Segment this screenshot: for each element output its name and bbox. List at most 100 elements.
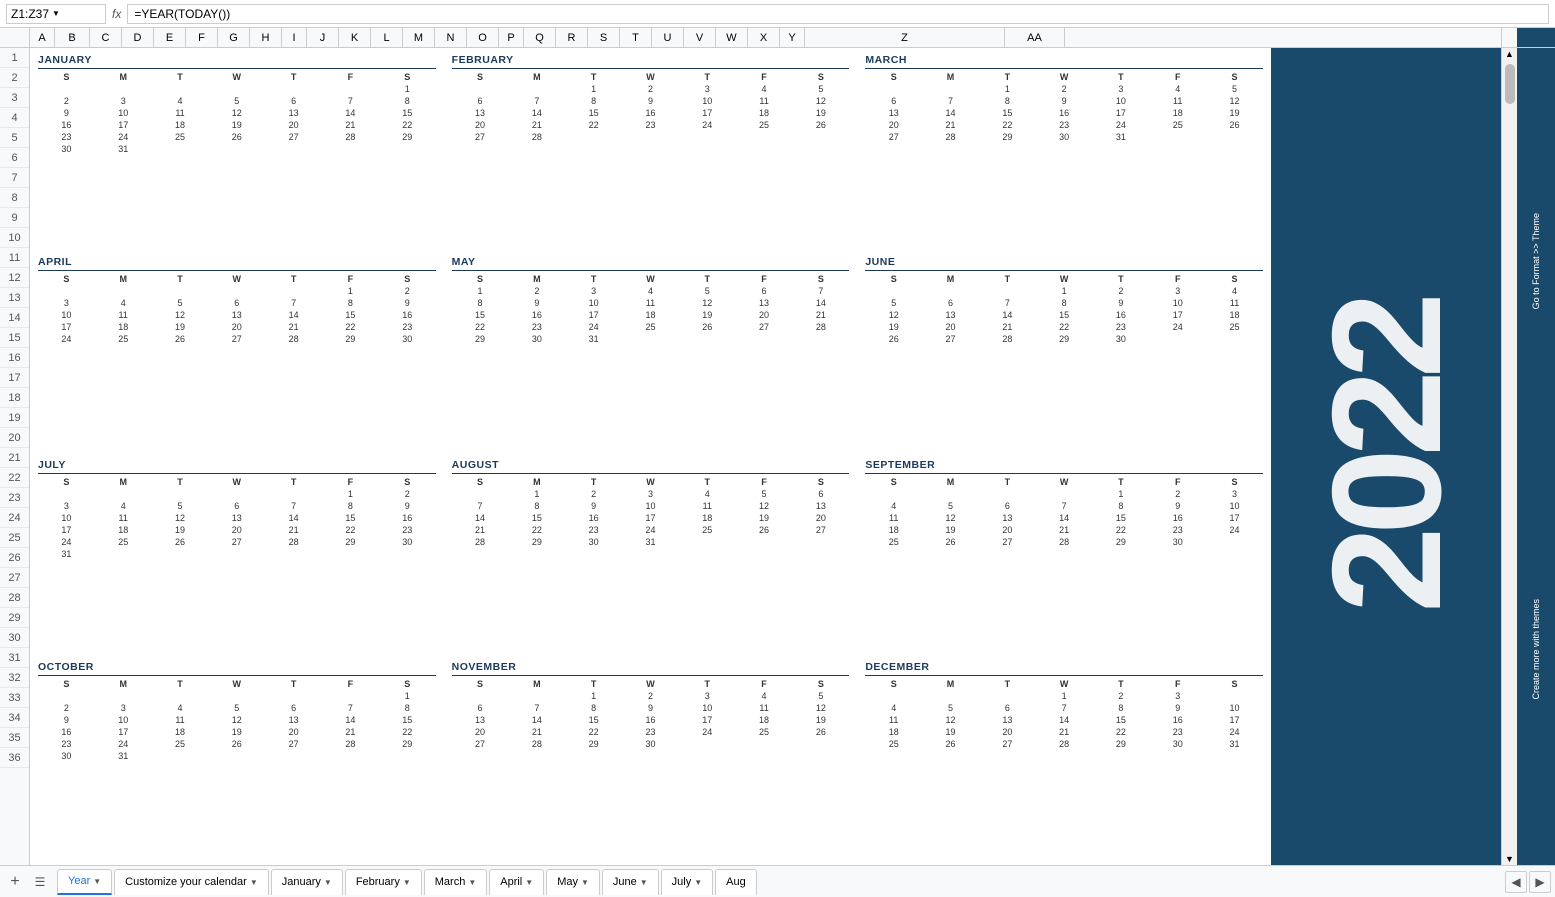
- calendar-day[interactable]: [38, 488, 95, 500]
- calendar-day[interactable]: 7: [508, 702, 565, 714]
- calendar-day[interactable]: 31: [38, 548, 95, 560]
- calendar-day[interactable]: [979, 488, 1036, 500]
- calendar-day[interactable]: 30: [38, 143, 95, 155]
- calendar-day[interactable]: 9: [38, 107, 95, 119]
- row-number-9[interactable]: 9: [0, 208, 29, 228]
- calendar-day[interactable]: 26: [152, 333, 209, 345]
- calendar-day[interactable]: 24: [38, 333, 95, 345]
- calendar-day[interactable]: [979, 285, 1036, 297]
- calendar-day[interactable]: [452, 83, 509, 95]
- calendar-day[interactable]: 17: [38, 524, 95, 536]
- calendar-day[interactable]: 20: [265, 119, 322, 131]
- calendar-day[interactable]: [95, 488, 152, 500]
- calendar-day[interactable]: 26: [208, 131, 265, 143]
- row-number-29[interactable]: 29: [0, 608, 29, 628]
- calendar-day[interactable]: [152, 143, 209, 155]
- calendar-day[interactable]: [679, 536, 736, 548]
- calendar-day[interactable]: 4: [622, 285, 679, 297]
- calendar-day[interactable]: 22: [379, 726, 436, 738]
- col-header-t[interactable]: T: [620, 28, 652, 47]
- calendar-day[interactable]: 24: [95, 131, 152, 143]
- calendar-day[interactable]: 30: [1149, 536, 1206, 548]
- calendar-day[interactable]: 7: [1036, 500, 1093, 512]
- calendar-day[interactable]: 1: [565, 690, 622, 702]
- calendar-day[interactable]: 20: [979, 524, 1036, 536]
- calendar-day[interactable]: [679, 738, 736, 750]
- calendar-day[interactable]: 16: [1093, 309, 1150, 321]
- row-number-15[interactable]: 15: [0, 328, 29, 348]
- col-header-g[interactable]: G: [218, 28, 250, 47]
- calendar-day[interactable]: 20: [452, 726, 509, 738]
- calendar-day[interactable]: 5: [679, 285, 736, 297]
- calendar-day[interactable]: 17: [95, 726, 152, 738]
- tab-next-btn[interactable]: ▶: [1529, 871, 1551, 893]
- calendar-day[interactable]: [265, 143, 322, 155]
- calendar-day[interactable]: 19: [736, 512, 793, 524]
- calendar-day[interactable]: 10: [622, 500, 679, 512]
- calendar-day[interactable]: 25: [679, 524, 736, 536]
- scroll-down-btn[interactable]: ▼: [1502, 853, 1517, 865]
- tab-dropdown-arrow[interactable]: ▼: [324, 878, 332, 887]
- calendar-day[interactable]: 1: [979, 83, 1036, 95]
- calendar-day[interactable]: 23: [622, 119, 679, 131]
- calendar-day[interactable]: 29: [452, 333, 509, 345]
- calendar-day[interactable]: [95, 690, 152, 702]
- calendar-day[interactable]: 27: [792, 524, 849, 536]
- calendar-day[interactable]: 13: [452, 107, 509, 119]
- calendar-day[interactable]: 2: [565, 488, 622, 500]
- sheet-tab-february[interactable]: February ▼: [345, 869, 422, 895]
- calendar-day[interactable]: [792, 536, 849, 548]
- calendar-day[interactable]: 5: [152, 500, 209, 512]
- calendar-day[interactable]: 27: [979, 536, 1036, 548]
- calendar-day[interactable]: 19: [679, 309, 736, 321]
- calendar-day[interactable]: 25: [1149, 119, 1206, 131]
- calendar-day[interactable]: [208, 488, 265, 500]
- calendar-day[interactable]: [979, 690, 1036, 702]
- calendar-day[interactable]: [208, 548, 265, 560]
- tab-dropdown-arrow[interactable]: ▼: [640, 878, 648, 887]
- calendar-day[interactable]: 21: [922, 119, 979, 131]
- calendar-day[interactable]: 1: [379, 690, 436, 702]
- calendar-day[interactable]: 20: [922, 321, 979, 333]
- col-header-u[interactable]: U: [652, 28, 684, 47]
- col-header-o[interactable]: O: [467, 28, 499, 47]
- calendar-day[interactable]: [152, 488, 209, 500]
- calendar-day[interactable]: 19: [208, 726, 265, 738]
- scroll-thumb[interactable]: [1505, 64, 1515, 104]
- calendar-day[interactable]: 21: [452, 524, 509, 536]
- calendar-day[interactable]: 17: [1149, 309, 1206, 321]
- calendar-day[interactable]: 16: [38, 726, 95, 738]
- calendar-day[interactable]: 7: [322, 702, 379, 714]
- calendar-day[interactable]: 17: [95, 119, 152, 131]
- calendar-day[interactable]: 29: [379, 131, 436, 143]
- calendar-day[interactable]: [508, 83, 565, 95]
- calendar-day[interactable]: [922, 83, 979, 95]
- calendar-day[interactable]: 12: [792, 95, 849, 107]
- calendar-day[interactable]: 14: [265, 309, 322, 321]
- calendar-day[interactable]: 6: [452, 95, 509, 107]
- calendar-day[interactable]: 25: [865, 536, 922, 548]
- row-number-18[interactable]: 18: [0, 388, 29, 408]
- calendar-day[interactable]: 18: [865, 524, 922, 536]
- calendar-day[interactable]: 30: [38, 750, 95, 762]
- calendar-day[interactable]: 6: [792, 488, 849, 500]
- calendar-day[interactable]: 16: [508, 309, 565, 321]
- calendar-day[interactable]: 3: [679, 690, 736, 702]
- calendar-day[interactable]: 11: [865, 714, 922, 726]
- calendar-day[interactable]: 13: [208, 512, 265, 524]
- calendar-day[interactable]: 20: [736, 309, 793, 321]
- calendar-day[interactable]: 31: [95, 143, 152, 155]
- calendar-day[interactable]: 20: [865, 119, 922, 131]
- calendar-day[interactable]: [265, 83, 322, 95]
- calendar-day[interactable]: 20: [792, 512, 849, 524]
- calendar-day[interactable]: [322, 83, 379, 95]
- calendar-day[interactable]: [736, 131, 793, 143]
- calendar-day[interactable]: 23: [1093, 321, 1150, 333]
- col-header-f[interactable]: F: [186, 28, 218, 47]
- calendar-day[interactable]: 12: [208, 714, 265, 726]
- calendar-day[interactable]: 29: [1093, 536, 1150, 548]
- calendar-day[interactable]: 18: [622, 309, 679, 321]
- calendar-day[interactable]: 15: [565, 107, 622, 119]
- calendar-day[interactable]: [1206, 690, 1263, 702]
- col-header-a[interactable]: A: [30, 28, 55, 47]
